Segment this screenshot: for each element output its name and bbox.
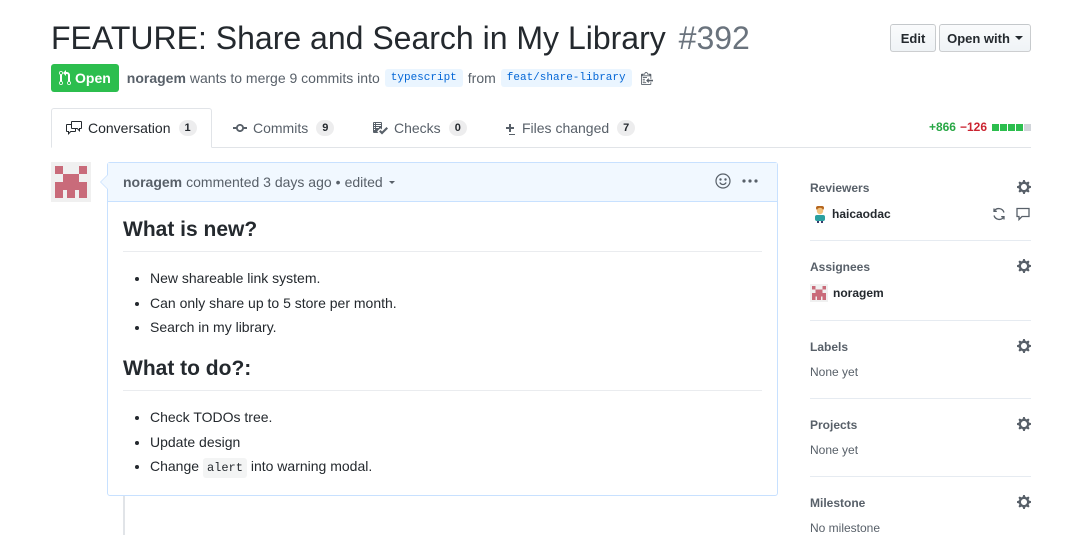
sidebar-heading[interactable]: Labels (810, 339, 848, 355)
diffstat-box-add (1000, 124, 1007, 131)
sidebar-heading[interactable]: Assignees (810, 259, 870, 275)
reviewer-item[interactable]: haicaodac (813, 205, 891, 223)
comment-author[interactable]: noragem (123, 174, 182, 190)
merge-text: wants to merge 9 commits into (189, 70, 380, 86)
gear-icon[interactable] (1017, 258, 1031, 279)
edit-label: Edit (900, 30, 926, 46)
from-text: from (467, 70, 496, 86)
reviewer-actions (983, 206, 1031, 222)
tab-counter: 9 (316, 120, 335, 136)
reviewer-name: haicaodac (832, 207, 891, 221)
avatar (810, 284, 828, 302)
tab-files-changed[interactable]: Files changed 7 (490, 108, 649, 148)
timeline-line (123, 495, 125, 535)
tab-label: Checks (394, 120, 441, 136)
sidebar: Reviewers haicaodac Assignees noragem La… (810, 163, 1031, 537)
tab-counter: 1 (178, 120, 197, 136)
chevron-down-icon[interactable] (388, 180, 395, 184)
tab-counter: 0 (448, 120, 467, 136)
list-item: Can only share up to 5 store per month. (150, 293, 762, 313)
edit-button[interactable]: Edit (890, 24, 936, 52)
comment-icon[interactable] (1015, 206, 1031, 222)
separator-bullet: • (335, 174, 341, 190)
additions-count: +866 (928, 120, 956, 134)
tab-label: Files changed (522, 120, 610, 136)
comment-list: Check TODOs tree. Update design Change a… (123, 407, 762, 478)
gear-icon[interactable] (1017, 179, 1031, 200)
list-item: Search in my library. (150, 317, 762, 337)
comment-action[interactable]: commented 3 days ago (186, 174, 332, 190)
diffstat-box-add (1016, 124, 1023, 131)
list-item-text: Change (150, 458, 200, 474)
gear-icon[interactable] (1017, 494, 1031, 515)
checklist-icon (373, 122, 388, 135)
deletions-count: −126 (959, 120, 987, 134)
list-item: Update design (150, 432, 762, 452)
gear-icon[interactable] (1017, 338, 1031, 359)
diffstat-box-add (992, 124, 999, 131)
assignee-item[interactable]: noragem (810, 284, 884, 302)
comment-box: noragem commented 3 days ago • edited Wh… (100, 162, 778, 496)
sidebar-assignees: Assignees noragem (810, 241, 1031, 321)
author-link[interactable]: noragem (127, 70, 186, 86)
sidebar-heading[interactable]: Projects (810, 417, 857, 433)
git-commit-icon (233, 124, 247, 132)
tab-commits[interactable]: Commits 9 (219, 108, 348, 148)
tab-conversation[interactable]: Conversation 1 (51, 108, 212, 148)
base-branch[interactable]: typescript (384, 69, 463, 87)
comment-heading: What is new? (123, 217, 762, 252)
sync-icon[interactable] (991, 206, 1007, 222)
comment-list: New shareable link system. Can only shar… (123, 268, 762, 337)
pr-title-text: FEATURE: Share and Search in My Library (51, 20, 666, 56)
pr-tabs: Conversation 1 Commits 9 Checks 0 Files … (51, 108, 1031, 148)
diffstat-bar (991, 120, 1031, 134)
git-pull-request-icon (59, 70, 71, 86)
open-with-label: Open with (947, 30, 1010, 46)
tab-counter: 7 (617, 120, 636, 136)
tab-label: Commits (253, 120, 309, 136)
comment-actions (705, 173, 759, 189)
pr-title: FEATURE: Share and Search in My Library … (51, 18, 750, 58)
labels-value: None yet (810, 365, 859, 379)
chevron-down-icon (1014, 36, 1023, 40)
edited-label[interactable]: edited (345, 174, 383, 190)
comment-body: What is new? New shareable link system. … (108, 202, 777, 478)
sidebar-heading[interactable]: Milestone (810, 495, 865, 511)
diffstat: +866 −126 (929, 120, 1031, 134)
list-item-text: into warning modal. (250, 458, 373, 474)
list-item: Check TODOs tree. (150, 407, 762, 427)
file-diff-icon (506, 124, 515, 135)
inline-code: alert (202, 458, 247, 478)
tab-label: Conversation (88, 120, 171, 136)
assignee-name: noragem (833, 286, 884, 300)
head-branch[interactable]: feat/share-library (500, 69, 632, 87)
author-avatar[interactable] (51, 162, 91, 202)
clipboard-icon[interactable] (640, 71, 653, 85)
sidebar-labels: Labels None yet (810, 321, 1031, 399)
pr-meta: Open noragem wants to merge 9 commits in… (51, 64, 653, 92)
smiley-icon[interactable] (715, 173, 731, 189)
milestone-value: No milestone (810, 521, 881, 535)
state-badge: Open (51, 64, 119, 92)
gear-icon[interactable] (1017, 416, 1031, 437)
list-item: New shareable link system. (150, 268, 762, 288)
list-item: Change alert into warning modal. (150, 456, 762, 478)
state-label: Open (75, 70, 111, 86)
sidebar-projects: Projects None yet (810, 399, 1031, 477)
pr-number: #392 (678, 20, 750, 56)
comment-header: noragem commented 3 days ago • edited (108, 163, 777, 202)
sidebar-heading[interactable]: Reviewers (810, 180, 869, 196)
projects-value: None yet (810, 443, 859, 457)
sidebar-milestone: Milestone No milestone (810, 477, 1031, 537)
avatar (815, 206, 825, 223)
comment-discussion-icon (66, 121, 82, 135)
kebab-horizontal-icon[interactable] (741, 173, 759, 189)
sidebar-reviewers: Reviewers haicaodac (810, 163, 1031, 241)
comment-heading: What to do?: (123, 356, 762, 391)
open-with-button[interactable]: Open with (939, 24, 1031, 52)
diffstat-box-add (1008, 124, 1015, 131)
tab-checks[interactable]: Checks 0 (358, 108, 481, 148)
diffstat-box-neutral (1024, 124, 1031, 131)
